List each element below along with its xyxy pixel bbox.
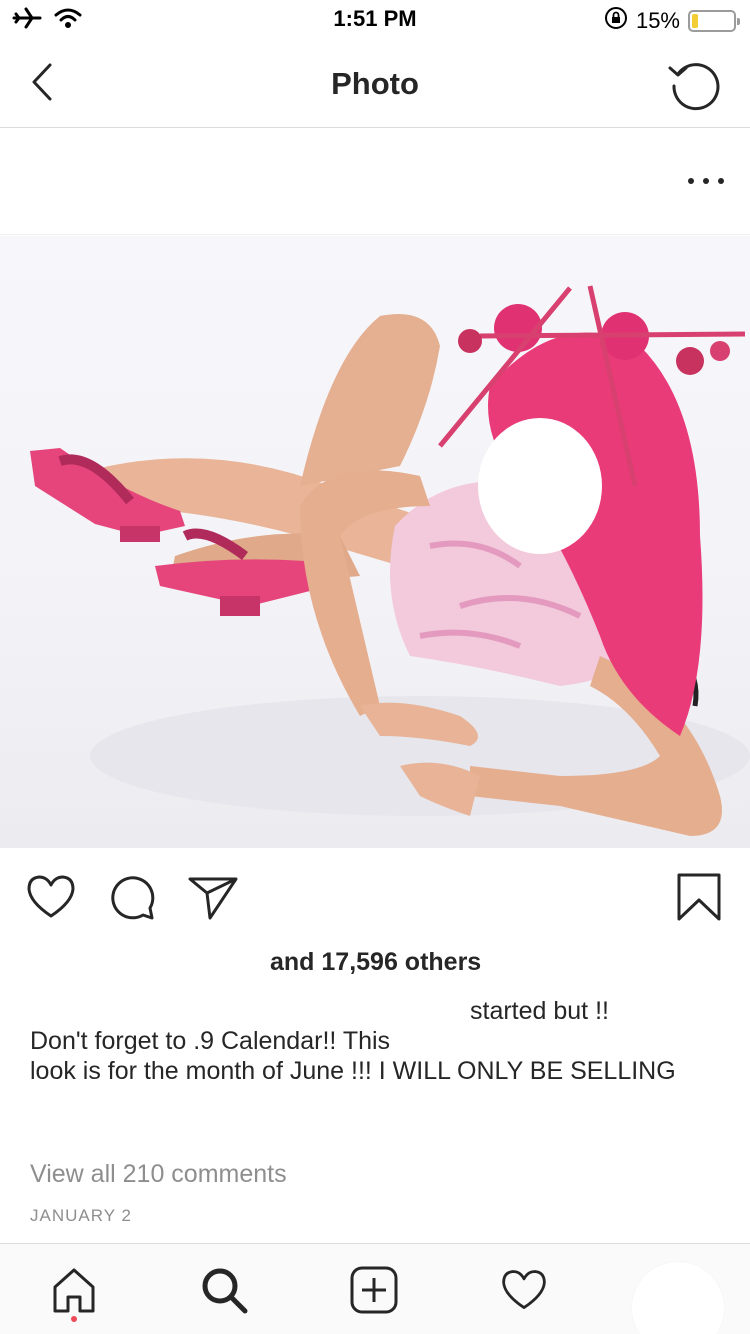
likes-text: and 17,596 others xyxy=(270,948,482,976)
share-button[interactable] xyxy=(186,870,240,924)
nav-bar: Photo xyxy=(0,40,750,128)
post-caption: started but !! Don't forget to .9 Calend… xyxy=(30,996,722,1092)
caption-line: look is for the month of June !!! I WILL… xyxy=(30,1057,676,1085)
likes-count[interactable]: and 17,596 others xyxy=(30,948,481,977)
battery-percent: 15% xyxy=(635,8,680,33)
post-photo[interactable] xyxy=(0,236,750,848)
tab-search[interactable] xyxy=(194,1260,254,1320)
caption-line: started but !! xyxy=(470,997,609,1025)
dot xyxy=(703,178,709,184)
like-button[interactable] xyxy=(24,870,78,924)
save-button[interactable] xyxy=(672,870,726,924)
search-icon xyxy=(202,1268,248,1314)
refresh-button[interactable] xyxy=(666,56,722,112)
tab-bar xyxy=(0,1243,750,1334)
dot xyxy=(718,178,724,184)
caption-line: Don't forget to .9 Calendar!! This xyxy=(30,1027,391,1055)
orientation-lock-icon xyxy=(604,6,628,36)
notification-dot xyxy=(71,1316,77,1322)
status-bar: 1:51 PM 15% xyxy=(0,0,750,40)
activity-heart-icon xyxy=(502,1270,546,1309)
post-header xyxy=(0,129,750,235)
dot xyxy=(688,178,694,184)
more-options-button[interactable] xyxy=(688,167,724,195)
heart-icon xyxy=(27,875,75,918)
add-post-icon xyxy=(350,1266,398,1314)
post-actions xyxy=(0,860,750,930)
page-title: Photo xyxy=(331,66,419,101)
comment-button[interactable] xyxy=(105,870,159,924)
refresh-icon xyxy=(668,63,720,111)
profile-avatar[interactable] xyxy=(632,1262,724,1334)
bookmark-icon xyxy=(677,873,721,921)
battery-level xyxy=(692,14,698,28)
comment-icon xyxy=(111,876,155,920)
tab-activity[interactable] xyxy=(494,1260,554,1320)
tab-home[interactable] xyxy=(44,1260,104,1322)
tab-add-post[interactable] xyxy=(344,1260,404,1320)
post-date: JANUARY 2 xyxy=(30,1206,132,1225)
view-comments-link[interactable]: View all 210 comments xyxy=(30,1160,287,1189)
home-icon xyxy=(53,1268,95,1313)
photo-illustration xyxy=(30,285,750,836)
battery-icon xyxy=(688,10,740,32)
share-icon xyxy=(188,877,238,920)
